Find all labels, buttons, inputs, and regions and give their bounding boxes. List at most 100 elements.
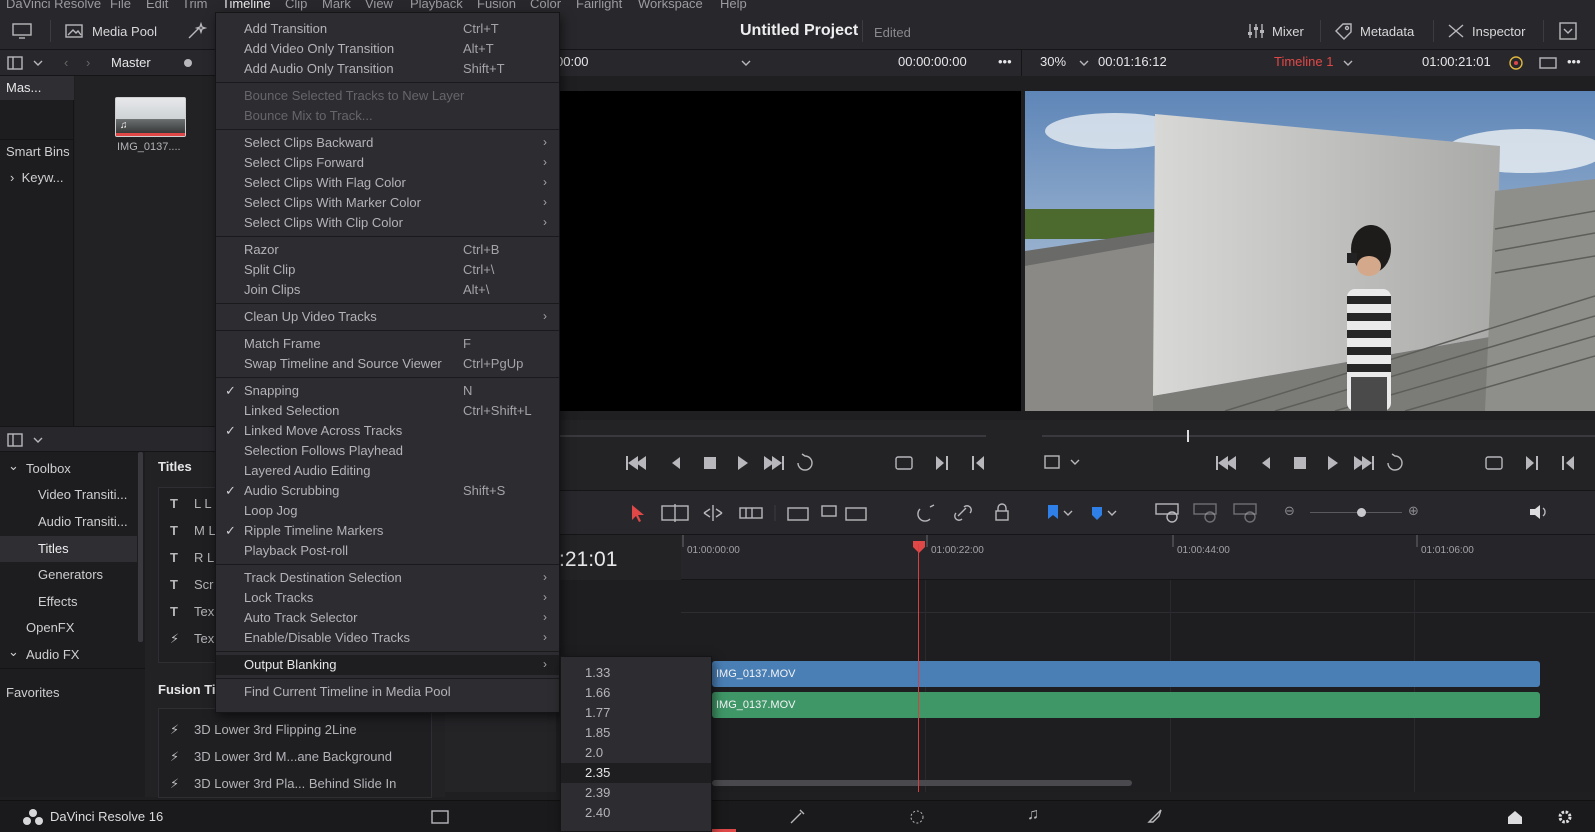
inspector-button[interactable]: Inspector bbox=[1446, 12, 1525, 50]
menu-item-select-clips-with-clip-color[interactable]: Select Clips With Clip Color › bbox=[216, 213, 559, 233]
sync-icon[interactable] bbox=[1506, 54, 1526, 72]
playhead-line[interactable] bbox=[918, 544, 919, 792]
music-note-icon[interactable]: ♫ bbox=[1027, 806, 1039, 824]
fusion-title-item[interactable]: 3D Lower 3rd M...ane Background bbox=[194, 749, 392, 764]
source-scrub-bar[interactable] bbox=[556, 435, 986, 437]
chevron-down-icon[interactable] bbox=[740, 57, 752, 69]
effects-tree-audio-transiti[interactable]: Audio Transiti... bbox=[38, 509, 128, 535]
menu-item-join-clips[interactable]: Join Clips Alt+\ bbox=[216, 280, 559, 300]
chevron-down-icon[interactable] bbox=[1078, 57, 1090, 69]
aspect-ratio-2-40[interactable]: 2.40 bbox=[561, 803, 711, 823]
aspect-ratio-1-77[interactable]: 1.77 bbox=[561, 703, 711, 723]
timeline-scrub-bar[interactable] bbox=[1042, 435, 1595, 437]
effects-tree-toolbox[interactable]: Toolbox bbox=[26, 456, 71, 482]
workspace-layout-button[interactable] bbox=[10, 12, 34, 50]
speaker-icon[interactable] bbox=[1528, 502, 1550, 522]
aspect-ratio-2-39[interactable]: 2.39 bbox=[561, 783, 711, 803]
sidebar-toggle-icon[interactable] bbox=[6, 431, 24, 449]
effects-tree-openfx[interactable]: OpenFX bbox=[26, 615, 74, 641]
menu-item-loop-jog[interactable]: Loop Jog bbox=[216, 501, 559, 521]
effects-tree-scrollbar[interactable] bbox=[138, 452, 143, 642]
menu-item-lock-tracks[interactable]: Lock Tracks › bbox=[216, 588, 559, 608]
menu-trim[interactable]: Trim bbox=[182, 0, 208, 11]
aspect-ratio-1-85[interactable]: 1.85 bbox=[561, 723, 711, 743]
menu-item-snapping[interactable]: ✓ Snapping N bbox=[216, 381, 559, 401]
aspect-ratio-1-66[interactable]: 1.66 bbox=[561, 683, 711, 703]
timeline-transport-icons[interactable] bbox=[1216, 452, 1586, 474]
menu-color[interactable]: Color bbox=[530, 0, 561, 11]
snap-link-lock-icons[interactable] bbox=[916, 503, 1016, 523]
source-viewer[interactable] bbox=[556, 91, 1021, 411]
menu-item-swap-timeline-and-source-viewer[interactable]: Swap Timeline and Source Viewer Ctrl+PgUp bbox=[216, 354, 559, 374]
title-item[interactable]: R L bbox=[194, 550, 214, 565]
sidebar-toggle-icon[interactable] bbox=[6, 54, 24, 72]
menu-item-select-clips-backward[interactable]: Select Clips Backward › bbox=[216, 133, 559, 153]
effects-tree-audio-fx[interactable]: Audio FX bbox=[26, 642, 79, 668]
title-item[interactable]: M L bbox=[194, 523, 216, 538]
menu-item-enable-disable-video-tracks[interactable]: Enable/Disable Video Tracks › bbox=[216, 628, 559, 648]
menu-item-add-video-only-transition[interactable]: Add Video Only Transition Alt+T bbox=[216, 39, 559, 59]
menu-item-find-current-timeline-in-media-pool[interactable]: Find Current Timeline in Media Pool bbox=[216, 682, 559, 702]
menu-item-output-blanking[interactable]: Output Blanking › bbox=[216, 655, 559, 675]
chevron-down-icon[interactable] bbox=[32, 434, 44, 446]
menu-item-razor[interactable]: Razor Ctrl+B bbox=[216, 240, 559, 260]
viewer-zoom[interactable]: 30% bbox=[1040, 54, 1066, 69]
menu-item-select-clips-with-marker-color[interactable]: Select Clips With Marker Color › bbox=[216, 193, 559, 213]
smart-bin-keywords[interactable]: › Keyw... bbox=[0, 166, 74, 190]
chevron-down-icon[interactable]: ⌄ bbox=[8, 458, 19, 474]
menu-edit[interactable]: Edit bbox=[146, 0, 168, 11]
menu-item-ripple-timeline-markers[interactable]: ✓ Ripple Timeline Markers bbox=[216, 521, 559, 541]
forward-arrow-icon[interactable]: › bbox=[86, 55, 90, 70]
title-item[interactable]: Tex bbox=[194, 604, 214, 619]
home-icon[interactable] bbox=[1505, 808, 1525, 826]
menu-mark[interactable]: Mark bbox=[322, 0, 351, 11]
menu-item-match-frame[interactable]: Match Frame F bbox=[216, 334, 559, 354]
source-transport-icons[interactable] bbox=[626, 452, 996, 474]
back-arrow-icon[interactable]: ‹ bbox=[64, 55, 68, 70]
aspect-ratio-2-0[interactable]: 2.0 bbox=[561, 743, 711, 763]
chevron-down-icon[interactable] bbox=[32, 57, 44, 69]
menu-item-select-clips-forward[interactable]: Select Clips Forward › bbox=[216, 153, 559, 173]
menu-item-clean-up-video-tracks[interactable]: Clean Up Video Tracks › bbox=[216, 307, 559, 327]
menu-item-linked-move-across-tracks[interactable]: ✓ Linked Move Across Tracks bbox=[216, 421, 559, 441]
aspect-ratio-1-33[interactable]: 1.33 bbox=[561, 663, 711, 683]
menu-item-select-clips-with-flag-color[interactable]: Select Clips With Flag Color › bbox=[216, 173, 559, 193]
viewer-crop-icon[interactable] bbox=[1043, 452, 1103, 474]
menu-item-split-clip[interactable]: Split Clip Ctrl+\ bbox=[216, 260, 559, 280]
chevron-down-icon[interactable] bbox=[1342, 57, 1354, 69]
effects-library-button[interactable] bbox=[186, 12, 208, 50]
zoom-out-icon[interactable]: ⊖ bbox=[1284, 503, 1295, 519]
menu-item-add-transition[interactable]: Add Transition Ctrl+T bbox=[216, 19, 559, 39]
effects-tree-titles[interactable]: Titles bbox=[0, 536, 137, 562]
bin-master[interactable]: Mas... bbox=[0, 76, 74, 100]
effects-tree-favorites[interactable]: Favorites bbox=[6, 680, 59, 706]
zoom-slider-handle[interactable] bbox=[1357, 508, 1366, 517]
audio-clip[interactable]: IMG_0137.MOV bbox=[712, 692, 1540, 718]
menu-fairlight[interactable]: Fairlight bbox=[576, 0, 622, 11]
gear-icon[interactable] bbox=[1555, 808, 1575, 826]
flag-marker-icons[interactable] bbox=[1044, 503, 1134, 523]
metadata-button[interactable]: Metadata bbox=[1334, 12, 1414, 50]
timeline-viewer[interactable] bbox=[1025, 91, 1595, 411]
menu-playback[interactable]: Playback bbox=[410, 0, 463, 11]
playhead-marker-icon[interactable] bbox=[912, 540, 926, 554]
menu-workspace[interactable]: Workspace bbox=[638, 0, 703, 11]
zoom-slider[interactable] bbox=[1310, 512, 1402, 513]
fusion-title-item[interactable]: 3D Lower 3rd Pla... Behind Slide In bbox=[194, 776, 396, 791]
menu-timeline[interactable]: Timeline bbox=[222, 0, 271, 11]
title-item[interactable]: L L bbox=[194, 496, 212, 511]
timeline-horizontal-scrollbar[interactable] bbox=[712, 780, 1132, 786]
media-pool-button[interactable]: Media Pool bbox=[64, 12, 157, 50]
clip-thumbnail[interactable]: ♫ bbox=[115, 97, 186, 137]
fusion-title-item[interactable]: 3D Lower 3rd Flipping 2Line bbox=[194, 722, 357, 737]
menu-clip[interactable]: Clip bbox=[285, 0, 307, 11]
media-page-icon[interactable] bbox=[430, 809, 450, 825]
menu-file[interactable]: File bbox=[110, 0, 131, 11]
menu-help[interactable]: Help bbox=[720, 0, 747, 11]
effects-tree-video-transiti[interactable]: Video Transiti... bbox=[38, 482, 127, 508]
effects-tree-effects[interactable]: Effects bbox=[38, 589, 78, 615]
thumbnail-size-slider[interactable] bbox=[184, 59, 192, 67]
scrub-playhead[interactable] bbox=[1187, 430, 1189, 442]
chevron-down-icon[interactable]: ⌄ bbox=[8, 644, 19, 660]
zoom-mode-icons[interactable] bbox=[1154, 501, 1264, 525]
